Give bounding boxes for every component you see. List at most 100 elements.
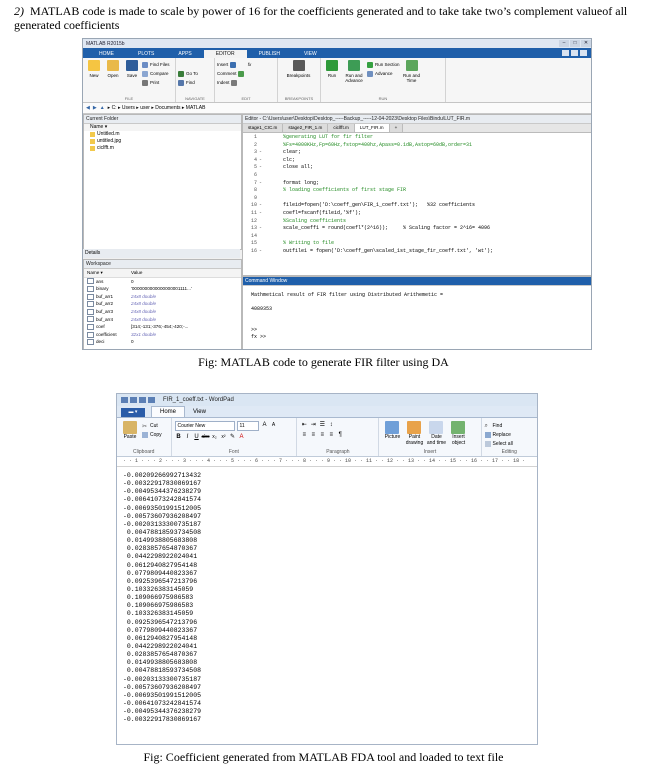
code-line[interactable]: 7- format long; bbox=[243, 180, 591, 188]
underline-button[interactable]: U bbox=[193, 433, 201, 441]
comment-button[interactable]: Comment bbox=[217, 69, 246, 78]
align-right-icon[interactable]: ≡ bbox=[318, 431, 326, 439]
paint-drawing-button[interactable]: Paint drawing bbox=[404, 421, 424, 446]
align-center-icon[interactable]: ≡ bbox=[309, 431, 317, 439]
file-list-item[interactable]: Untitled.m bbox=[84, 131, 241, 138]
editor-tab[interactable]: stage1_CIC.m bbox=[243, 124, 284, 132]
workspace-row[interactable]: ans 0 bbox=[84, 278, 241, 286]
workspace-row[interactable]: coefficient 32x1 double bbox=[84, 331, 241, 339]
shrink-font-icon[interactable]: A bbox=[270, 421, 278, 429]
font-name-select[interactable]: Courier New bbox=[174, 421, 235, 431]
indent-button[interactable]: Indent bbox=[217, 78, 246, 87]
find-files-button[interactable]: Find Files bbox=[142, 60, 170, 69]
superscript-button[interactable]: x² bbox=[220, 433, 228, 441]
save-icon[interactable] bbox=[130, 397, 137, 403]
code-line[interactable]: 11- coefl=fscanf(fileid,'%f'); bbox=[243, 210, 591, 218]
editor-tab[interactable]: ciclfft.m bbox=[328, 124, 355, 132]
code-line[interactable]: 10- fileid=fopen('D:\coeff_gen\FIR_1_coef… bbox=[243, 202, 591, 210]
open-button[interactable]: Open bbox=[104, 60, 122, 78]
code-line[interactable]: 5- close all; bbox=[243, 164, 591, 172]
workspace-row[interactable]: buf_arr1 24x8 double bbox=[84, 293, 241, 301]
decrease-indent-icon[interactable]: ⇤ bbox=[300, 421, 308, 429]
tab-view[interactable]: VIEW bbox=[292, 50, 329, 58]
insert-object-button[interactable]: Insert object bbox=[448, 421, 468, 446]
paste-button[interactable]: Paste bbox=[120, 421, 140, 441]
find-button[interactable]: ⌕ Find bbox=[485, 421, 503, 430]
code-line[interactable]: 2 %Fs=4000KHz,Fp=60Hz,fstop=400hz,Apass=0… bbox=[243, 142, 591, 150]
workspace-row[interactable]: buf_arr3 24x8 double bbox=[84, 308, 241, 316]
ws-name-header[interactable]: Name ▾ bbox=[84, 269, 131, 277]
find-button[interactable]: Find bbox=[178, 78, 198, 87]
tab-publish[interactable]: PUBLISH bbox=[247, 50, 292, 58]
cut-button[interactable]: ✂ Cut bbox=[142, 421, 162, 430]
search-icon[interactable] bbox=[562, 50, 569, 56]
code-line[interactable]: 14 bbox=[243, 233, 591, 241]
document-area[interactable]: -0.00209266992713432 -0.00322917830869167… bbox=[117, 467, 537, 724]
tab-editor[interactable]: EDITOR bbox=[203, 50, 247, 58]
name-column-header[interactable]: Name ▾ bbox=[84, 124, 241, 131]
app-menu-icon[interactable] bbox=[121, 397, 128, 403]
code-line[interactable]: 4- clc; bbox=[243, 157, 591, 165]
italic-button[interactable]: I bbox=[184, 433, 192, 441]
code-line[interactable]: 16- outfile1 = fopen('D:\coeff_gen\scaled… bbox=[243, 248, 591, 256]
code-line[interactable]: 6 bbox=[243, 172, 591, 180]
workspace-row[interactable]: coef [314;-131;-376;-454;-420;-... bbox=[84, 323, 241, 331]
bullets-icon[interactable]: ☰ bbox=[318, 421, 326, 429]
code-line[interactable]: 8 % loading coefficients of first stage F… bbox=[243, 187, 591, 195]
advance-button[interactable]: Advance bbox=[367, 69, 400, 78]
maximize-icon[interactable]: □ bbox=[570, 40, 580, 47]
address-bar[interactable]: ◀ ▶ ▲ ▸ C: ▸ Users ▸ user ▸ Documents ▸ … bbox=[83, 103, 591, 114]
bold-button[interactable]: B bbox=[175, 433, 183, 441]
code-line[interactable]: 3- clear; bbox=[243, 149, 591, 157]
file-list-item[interactable]: untitled.jpg bbox=[84, 138, 241, 145]
settings-icon[interactable] bbox=[580, 50, 587, 56]
date-time-button[interactable]: Date and time bbox=[426, 421, 446, 446]
workspace-row[interactable]: buf_arr4 24x8 double bbox=[84, 316, 241, 324]
breakpoints-button[interactable]: Breakpoints bbox=[284, 60, 314, 78]
save-button[interactable]: Save bbox=[123, 60, 141, 78]
code-line[interactable]: 15 % Writing to file bbox=[243, 240, 591, 248]
back-arrow-icon[interactable]: ◀ bbox=[86, 105, 90, 111]
ws-value-header[interactable]: Value bbox=[131, 269, 241, 277]
file-list-item[interactable]: ciclfft.m bbox=[84, 145, 241, 152]
copy-button[interactable]: Copy bbox=[142, 430, 162, 439]
highlight-icon[interactable]: ✎ bbox=[229, 433, 237, 441]
run-button[interactable]: Run bbox=[323, 60, 341, 78]
strikethrough-button[interactable]: abc bbox=[202, 433, 210, 441]
help-icon[interactable] bbox=[571, 50, 578, 56]
run-and-time-button[interactable]: Run and Time bbox=[402, 60, 422, 83]
insert-button[interactable]: Insert bbox=[217, 60, 246, 69]
align-left-icon[interactable]: ≡ bbox=[300, 431, 308, 439]
undo-icon[interactable] bbox=[139, 397, 146, 403]
grow-font-icon[interactable]: A bbox=[261, 421, 269, 429]
justify-icon[interactable]: ≡ bbox=[327, 431, 335, 439]
tab-apps[interactable]: APPS bbox=[166, 50, 203, 58]
run-and-advance-button[interactable]: Run and Advance bbox=[342, 60, 366, 83]
ruler[interactable]: · · 1 · · · 2 · · · 3 · · · 4 · · · 5 · … bbox=[117, 457, 537, 467]
file-menu-button[interactable]: ▬ ▾ bbox=[121, 408, 145, 417]
workspace-row[interactable]: buf_arr2 24x8 double bbox=[84, 300, 241, 308]
up-folder-icon[interactable]: ▲ bbox=[100, 105, 105, 111]
line-spacing-icon[interactable]: ↕ bbox=[327, 421, 335, 429]
tab-home[interactable]: HOME bbox=[87, 50, 126, 58]
subscript-button[interactable]: x₂ bbox=[211, 433, 219, 441]
tab-view[interactable]: View bbox=[185, 407, 214, 417]
editor-tab[interactable]: LUT_FIR.m bbox=[354, 124, 390, 132]
close-icon[interactable]: ✕ bbox=[581, 40, 591, 47]
run-section-button[interactable]: Run Section bbox=[367, 60, 400, 69]
code-line[interactable]: 13- scale_coeff1 = round(coefl*(2^16)); %… bbox=[243, 225, 591, 233]
paragraph-icon[interactable]: ¶ bbox=[336, 431, 344, 439]
tab-plots[interactable]: PLOTS bbox=[126, 50, 166, 58]
details-bar[interactable]: Details bbox=[83, 249, 240, 258]
select-all-button[interactable]: Select all bbox=[484, 439, 513, 448]
code-line[interactable]: 12 %Scaling coefficients bbox=[243, 218, 591, 226]
fx-button[interactable]: fx bbox=[248, 60, 252, 69]
print-button[interactable]: Print bbox=[142, 78, 170, 87]
tab-home[interactable]: Home bbox=[151, 406, 186, 417]
editor-tab[interactable]: + bbox=[389, 124, 404, 132]
minimize-icon[interactable]: – bbox=[559, 40, 569, 47]
workspace-row[interactable]: binary '0000000000000000001111...' bbox=[84, 285, 241, 293]
compare-button[interactable]: Compare bbox=[142, 69, 170, 78]
editor-tab[interactable]: stage2_FIR_1.m bbox=[283, 124, 329, 132]
font-size-select[interactable]: 11 bbox=[236, 421, 259, 431]
